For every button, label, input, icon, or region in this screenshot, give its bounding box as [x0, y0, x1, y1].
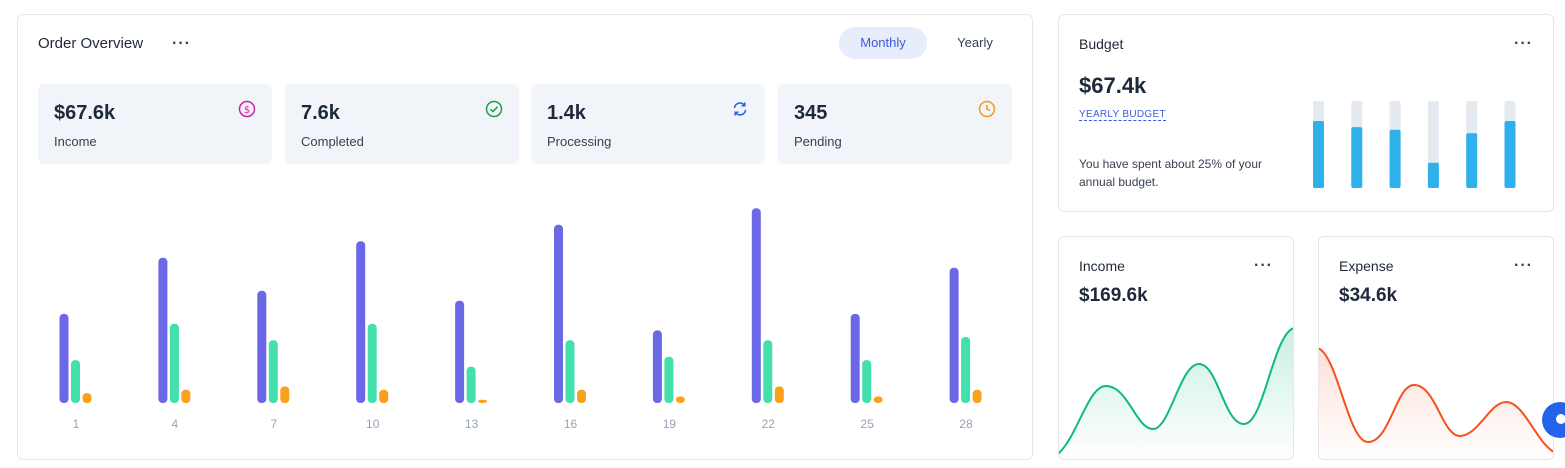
budget-more-icon[interactable]: ···: [1514, 36, 1533, 52]
budget-amount: $67.4k: [1079, 73, 1147, 98]
bar-series3-4[interactable]: [181, 389, 191, 403]
budget-card: Budget ··· $67.4k YEARLY BUDGET You have…: [1058, 14, 1554, 212]
x-tick-label: 16: [564, 417, 578, 431]
bar-series1-25[interactable]: [850, 313, 860, 403]
x-tick-label: 4: [172, 417, 179, 431]
fab-dot-icon: [1556, 414, 1565, 424]
x-tick-label: 28: [959, 417, 973, 431]
bar-series3-19[interactable]: [675, 396, 685, 403]
x-tick-label: 7: [270, 417, 277, 431]
income-card: Income ··· $169.6k: [1058, 236, 1294, 460]
bar-series1-16[interactable]: [554, 224, 563, 403]
bar-series1-22[interactable]: [751, 208, 761, 403]
expense-card: Expense ··· $34.6k: [1318, 236, 1554, 460]
budget-note: You have spent about 25% of your annual …: [1079, 157, 1263, 189]
x-tick-label: 1: [73, 417, 80, 431]
bar-series3-28[interactable]: [972, 389, 982, 403]
bar-series1-1[interactable]: [59, 313, 69, 403]
bar-series3-1[interactable]: [82, 393, 92, 403]
expense-sparkline: [1319, 347, 1553, 459]
budget-bars: [1313, 101, 1516, 188]
bar-series2-13[interactable]: [466, 366, 476, 403]
bar-series2-1[interactable]: [71, 360, 80, 403]
x-tick-label: 22: [762, 417, 776, 431]
x-tick-label: 10: [366, 417, 380, 431]
bar-series2-7[interactable]: [268, 340, 278, 403]
bar-series2-25[interactable]: [862, 360, 872, 403]
budget-bar-fill: [1313, 121, 1324, 188]
bar-series2-22[interactable]: [763, 340, 773, 403]
bar-series2-19[interactable]: [664, 356, 674, 403]
bar-series1-10[interactable]: [356, 241, 366, 403]
bar-series3-22[interactable]: [774, 386, 784, 404]
bar-series1-4[interactable]: [158, 257, 168, 403]
income-sparkline: [1059, 327, 1293, 459]
order-overview-card: Order Overview ··· Monthly Yearly $67.6k…: [17, 14, 1033, 460]
bar-series1-7[interactable]: [257, 290, 267, 403]
bar-series3-16[interactable]: [577, 389, 586, 403]
bar-series2-4[interactable]: [169, 323, 179, 403]
budget-bar-fill: [1427, 162, 1439, 188]
budget-bar-fill: [1504, 121, 1516, 188]
x-tick-label: 19: [663, 417, 677, 431]
bar-series2-10[interactable]: [367, 323, 377, 403]
x-tick-label: 25: [861, 417, 875, 431]
yearly-budget-link[interactable]: YEARLY BUDGET: [1079, 109, 1166, 121]
bar-series3-10[interactable]: [379, 389, 389, 403]
bar-series1-13[interactable]: [455, 300, 465, 403]
x-tick-label: 13: [465, 417, 479, 431]
budget-bar-fill: [1389, 129, 1401, 188]
budget-bar-fill: [1466, 133, 1478, 188]
budget-bar-fill: [1351, 127, 1363, 188]
bar-series2-16[interactable]: [565, 340, 575, 403]
bar-series3-7[interactable]: [280, 386, 290, 404]
bar-series2-28[interactable]: [961, 337, 971, 403]
budget-title: Budget: [1079, 36, 1124, 52]
bar-series1-28[interactable]: [949, 267, 959, 403]
order-bar-chart: 1 4 7 10 13 16 19 22 25 28: [59, 208, 982, 431]
bar-series1-19[interactable]: [652, 330, 662, 403]
bar-series3-25[interactable]: [873, 396, 883, 403]
bar-series3-13[interactable]: [478, 399, 488, 403]
